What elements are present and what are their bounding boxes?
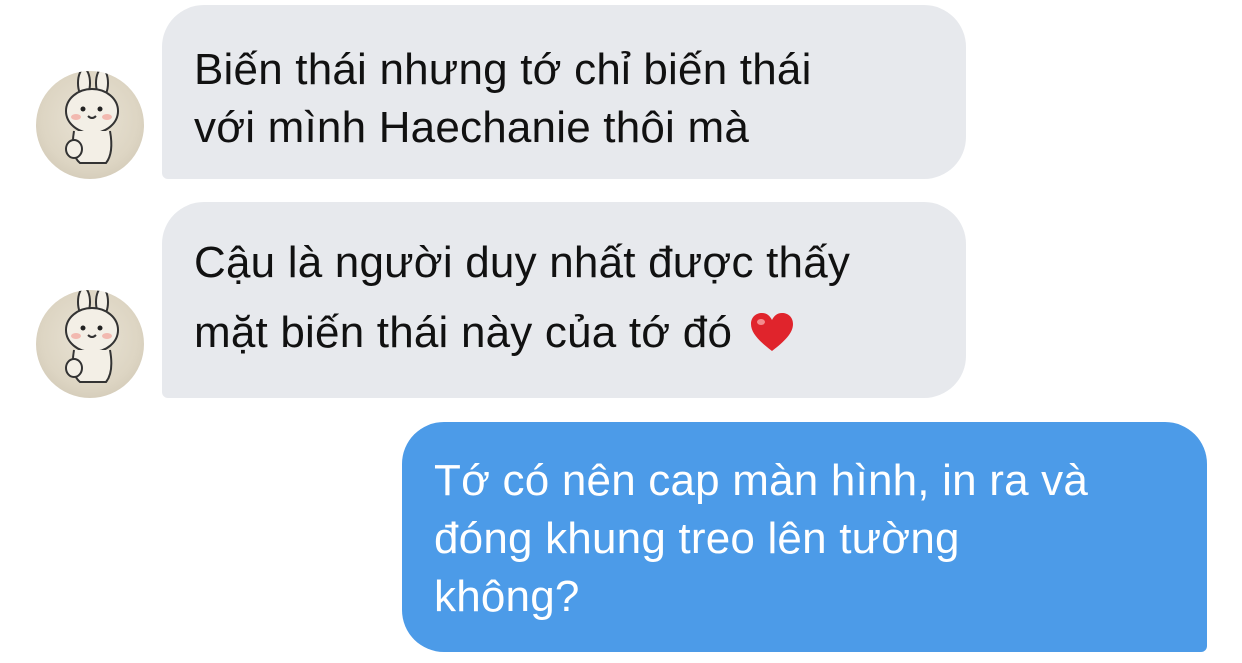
chat-thread: Biến thái nhưng tớ chỉ biến thái với mìn… <box>0 0 1242 663</box>
bunny-avatar-icon <box>65 71 119 164</box>
incoming-message-bubble[interactable]: Biến thái nhưng tớ chỉ biến thái với mìn… <box>162 5 966 179</box>
message-line: mặt biến thái này của tớ đó <box>194 308 733 357</box>
bunny-avatar-icon <box>65 290 119 383</box>
message-line: không? <box>434 572 580 621</box>
message-line: Biến thái nhưng tớ chỉ biến thái <box>194 45 812 94</box>
message-line: Tớ có nên cap màn hình, in ra và <box>434 456 1089 505</box>
message-line: Cậu là người duy nhất được thấy <box>194 238 851 287</box>
message-line: đóng khung treo lên tường <box>434 514 960 563</box>
incoming-message-bubble[interactable]: Cậu là người duy nhất được thấy mặt biến… <box>162 202 966 398</box>
message-line: với mình Haechanie thôi mà <box>194 103 749 152</box>
message-line-with-emoji: mặt biến thái này của tớ đó <box>194 304 906 362</box>
contact-avatar[interactable] <box>36 71 144 179</box>
contact-avatar[interactable] <box>36 290 144 398</box>
heart-emoji-icon <box>750 313 793 351</box>
outgoing-message-bubble[interactable]: Tớ có nên cap màn hình, in ra và đóng kh… <box>402 422 1207 652</box>
